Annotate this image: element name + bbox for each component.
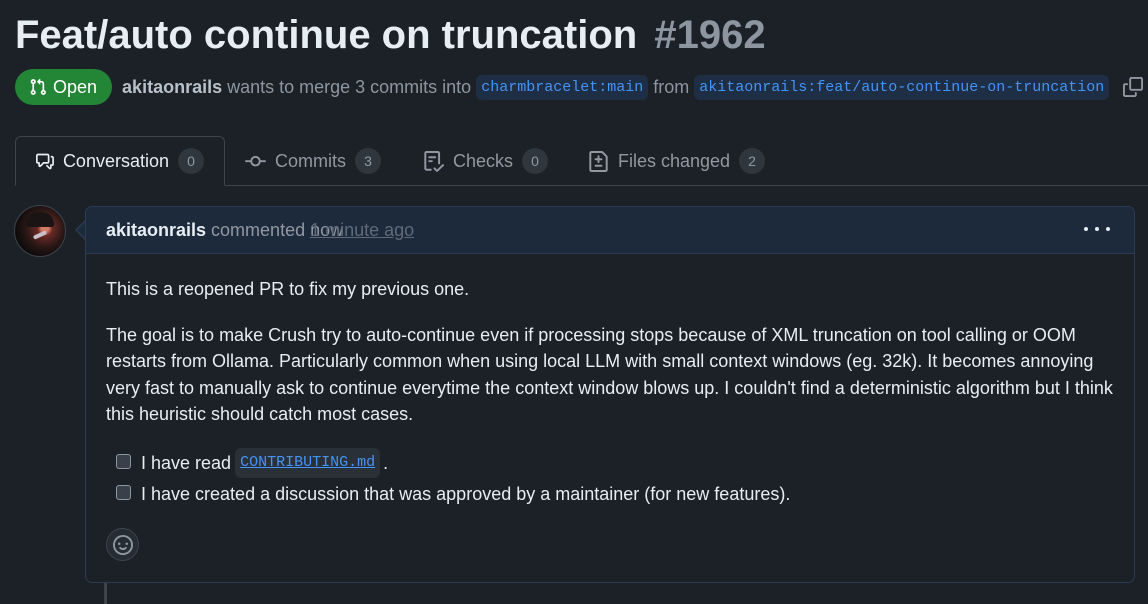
state-badge: Open — [15, 69, 113, 105]
tab-checks[interactable]: Checks 0 — [403, 136, 568, 186]
pull-request-page: Feat/auto continue on truncation #1962 O… — [0, 0, 1148, 604]
comment-paragraph: This is a reopened PR to fix my previous… — [106, 279, 470, 299]
task-item: I have read CONTRIBUTING.md . — [106, 447, 1114, 479]
avatar-mic — [32, 230, 48, 240]
git-pull-request-icon — [30, 78, 46, 95]
tab-counter: 0 — [522, 148, 549, 174]
git-commit-icon — [245, 155, 266, 166]
tab-label: Checks — [453, 150, 514, 171]
task-text-suffix: . — [383, 452, 389, 473]
from-text: from — [653, 76, 690, 97]
contributing-link[interactable]: CONTRIBUTING.md — [235, 447, 381, 479]
tab-label: Commits — [275, 150, 346, 171]
pr-tabs: Conversation 0 Commits 3 Checks 0 Files … — [0, 136, 1148, 186]
comment-options-button[interactable] — [1084, 219, 1110, 239]
base-branch[interactable]: charmbracelet:main — [476, 74, 649, 100]
task-checkbox[interactable] — [116, 453, 131, 469]
comment-box: akitaonrails commented now 1 minute ago … — [85, 206, 1135, 583]
file-diff-icon — [589, 150, 608, 172]
tab-files-changed[interactable]: Files changed 2 — [568, 136, 785, 186]
kebab-dot — [1106, 227, 1110, 231]
comment-body: This is a reopened PR to fix my previous… — [86, 254, 1134, 510]
author-avatar[interactable] — [14, 205, 66, 257]
tab-label: Files changed — [618, 150, 731, 171]
smiley-icon — [112, 534, 133, 555]
tab-counter: 0 — [178, 148, 204, 174]
task-item: I have created a discussion that was app… — [106, 479, 1114, 510]
merge-text: wants to merge 3 commits into — [227, 76, 472, 97]
task-checkbox[interactable] — [116, 484, 131, 500]
kebab-dot — [1084, 227, 1088, 231]
copy-icon — [1123, 77, 1144, 97]
pr-meta: Open akitaonrails wants to merge 3 commi… — [15, 69, 1144, 105]
avatar-hat — [26, 212, 54, 227]
state-label: Open — [53, 76, 98, 97]
comment-discussion-icon — [36, 153, 54, 169]
merge-description: akitaonrails wants to merge 3 commits in… — [122, 74, 1144, 100]
timeline-line — [104, 583, 107, 604]
head-branch[interactable]: akitaonrails:feat/auto-continue-on-trunc… — [694, 74, 1110, 100]
tab-conversation[interactable]: Conversation 0 — [15, 136, 225, 186]
task-text: I have created a discussion that was app… — [141, 483, 791, 504]
timestamp-relative: 1 minute ago — [310, 219, 415, 240]
pr-title-text: Feat/auto continue on truncation — [15, 13, 638, 57]
comment-paragraph: The goal is to make Crush try to auto-co… — [106, 324, 1113, 425]
tab-commits[interactable]: Commits 3 — [225, 136, 401, 186]
checklist-icon — [424, 150, 444, 172]
add-reaction-button[interactable] — [106, 528, 139, 561]
task-text: I have read — [141, 452, 232, 473]
copy-branch-button[interactable] — [1122, 76, 1144, 98]
pr-title: Feat/auto continue on truncation #1962 — [15, 12, 766, 58]
kebab-dot — [1095, 227, 1099, 231]
comment-verb: commented — [211, 219, 306, 240]
task-list: I have read CONTRIBUTING.md . I have cre… — [106, 447, 1114, 510]
pr-number: #1962 — [654, 13, 766, 57]
tab-counter: 2 — [739, 148, 766, 174]
comment-header: akitaonrails commented now 1 minute ago — [86, 207, 1134, 254]
pr-author-link[interactable]: akitaonrails — [122, 77, 222, 98]
tab-label: Conversation — [62, 150, 169, 171]
comment-author-link[interactable]: akitaonrails — [106, 220, 206, 241]
comment-timestamp[interactable]: now 1 minute ago — [310, 220, 414, 241]
tab-counter: 3 — [355, 148, 381, 174]
